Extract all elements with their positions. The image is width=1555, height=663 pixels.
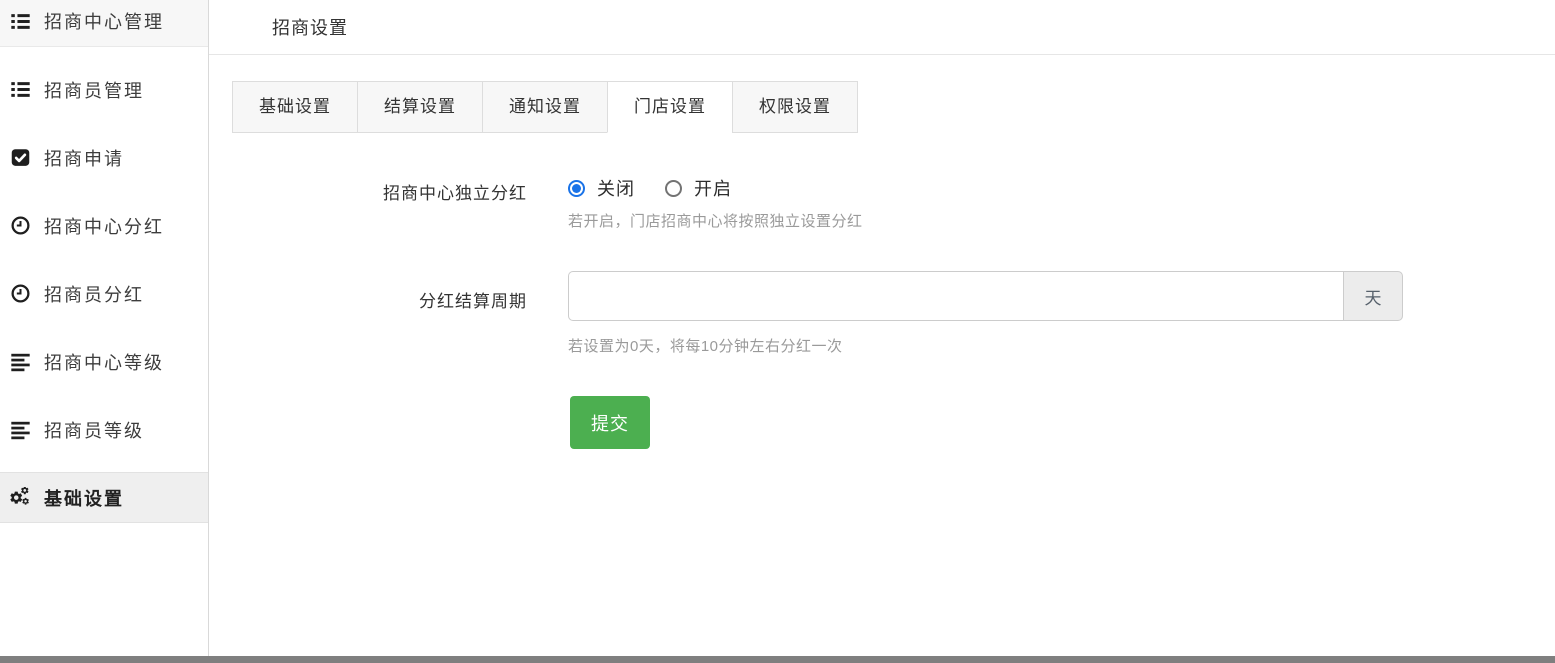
tab-2[interactable]: 结算设置 (357, 81, 483, 133)
radio-option-2[interactable]: 开启 (665, 175, 732, 201)
sidebar-item-8[interactable]: 基础设置 (0, 472, 208, 523)
settlement-cycle-unit-addon: 天 (1343, 271, 1403, 321)
sidebar-item-2[interactable]: 招商员管理 (0, 64, 208, 115)
sidebar-nav: 招商中心管理 招商员管理 招商申请 招商中心分红 招商员分红 招商中心等级 招商… (0, 0, 208, 523)
sidebar-item-5[interactable]: 招商员分红 (0, 268, 208, 319)
cogs-icon (10, 487, 31, 508)
sidebar-item-label: 招商申请 (44, 145, 124, 171)
sidebar-item-label: 招商中心管理 (44, 8, 164, 34)
bottom-scrollbar[interactable] (0, 656, 1555, 663)
sidebar-item-4[interactable]: 招商中心分红 (0, 200, 208, 251)
tab-3[interactable]: 通知设置 (482, 81, 608, 133)
clock-icon (10, 283, 31, 304)
settlement-cycle-input-group: 天 (568, 271, 1403, 321)
form-row-submit: 提交 (232, 396, 1555, 449)
sidebar-item-label: 招商中心分红 (44, 213, 164, 239)
sidebar-item-label: 招商员等级 (44, 417, 144, 443)
sidebar: 招商中心管理 招商员管理 招商申请 招商中心分红 招商员分红 招商中心等级 招商… (0, 0, 209, 656)
form-row-independent-dividend: 招商中心独立分红 关闭 开启 若开启，门店招商中心将按照独立设置分红 (232, 175, 1555, 231)
radio-icon[interactable] (665, 180, 682, 197)
sidebar-item-3[interactable]: 招商申请 (0, 132, 208, 183)
tab-bar: 基础设置 结算设置 通知设置 门店设置 权限设置 (232, 81, 1555, 133)
list-icon (10, 11, 31, 32)
sidebar-item-label: 招商员分红 (44, 281, 144, 307)
settlement-cycle-input[interactable] (568, 271, 1343, 321)
sidebar-item-label: 招商中心等级 (44, 349, 164, 375)
main-area: 招商设置 基础设置 结算设置 通知设置 门店设置 权限设置 招商中心独立分红 关… (209, 0, 1555, 656)
settings-form: 招商中心独立分红 关闭 开启 若开启，门店招商中心将按照独立设置分红 分红结算周… (232, 175, 1555, 449)
tab-5[interactable]: 权限设置 (732, 81, 858, 133)
radio-option-label: 开启 (694, 175, 732, 201)
tab-1[interactable]: 基础设置 (232, 81, 358, 133)
independent-dividend-help: 若开启，门店招商中心将按照独立设置分红 (568, 210, 1555, 231)
sidebar-item-6[interactable]: 招商中心等级 (0, 336, 208, 387)
radio-icon[interactable] (568, 180, 585, 197)
check-square-icon (10, 147, 31, 168)
align-left-icon (10, 419, 31, 440)
align-left-icon (10, 351, 31, 372)
submit-button[interactable]: 提交 (570, 396, 650, 449)
settlement-cycle-help: 若设置为0天，将每10分钟左右分红一次 (568, 335, 1555, 356)
form-row-settlement-cycle: 分红结算周期 天 若设置为0天，将每10分钟左右分红一次 (232, 271, 1555, 356)
sidebar-item-label: 招商员管理 (44, 77, 144, 103)
sidebar-item-7[interactable]: 招商员等级 (0, 404, 208, 455)
tab-4[interactable]: 门店设置 (607, 81, 733, 133)
list-icon (10, 79, 31, 100)
page-title: 招商设置 (272, 14, 348, 40)
clock-icon (10, 215, 31, 236)
app-window: 招商中心管理 招商员管理 招商申请 招商中心分红 招商员分红 招商中心等级 招商… (0, 0, 1555, 656)
submit-spacer (232, 396, 568, 449)
sidebar-item-1[interactable]: 招商中心管理 (0, 0, 208, 47)
independent-dividend-label: 招商中心独立分红 (232, 175, 568, 231)
content-area: 基础设置 结算设置 通知设置 门店设置 权限设置 招商中心独立分红 关闭 开启 … (209, 55, 1555, 489)
settlement-cycle-label: 分红结算周期 (232, 271, 568, 356)
radio-option-1[interactable]: 关闭 (568, 175, 635, 201)
radio-option-label: 关闭 (597, 175, 635, 201)
sidebar-item-label: 基础设置 (44, 485, 124, 511)
independent-dividend-radio-group: 关闭 开启 (568, 175, 1555, 201)
page-header: 招商设置 (209, 0, 1555, 55)
